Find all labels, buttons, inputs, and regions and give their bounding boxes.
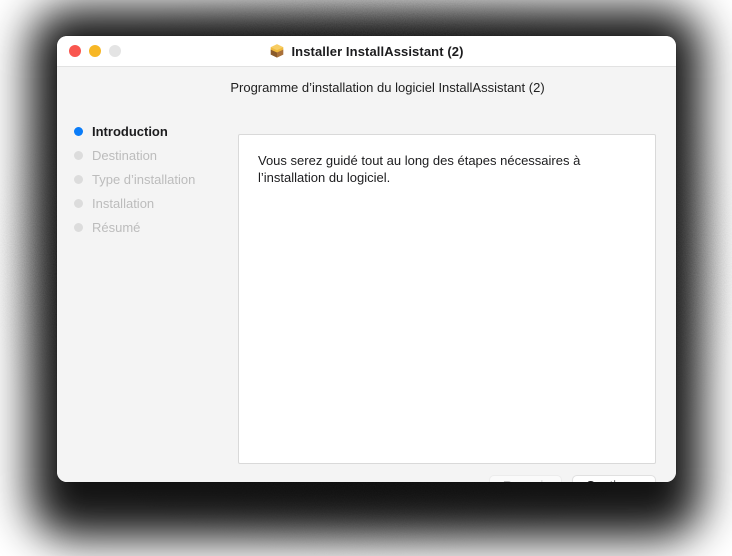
window-title: Installer InstallAssistant (2) — [291, 43, 464, 59]
window-title-group: Installer InstallAssistant (2) — [57, 43, 676, 59]
installer-button-row: Revenir Continuer — [488, 475, 656, 482]
installer-content-panel: Vous serez guidé tout au long des étapes… — [238, 134, 656, 464]
sidebar-item-label: Installation — [92, 195, 155, 211]
traffic-light-group — [57, 45, 121, 57]
sidebar-item-type-installation: Type d’installation — [57, 167, 237, 191]
close-button[interactable] — [69, 45, 81, 57]
zoom-button[interactable] — [109, 45, 121, 57]
sidebar-item-label: Introduction — [92, 123, 168, 139]
installer-subtitle-text: Programme d’installation du logiciel Ins… — [230, 80, 545, 95]
sidebar-item-introduction: Introduction — [57, 119, 237, 143]
sidebar-item-label: Résumé — [92, 219, 141, 235]
window-body: Programme d’installation du logiciel Ins… — [57, 67, 676, 482]
sidebar-item-destination: Destination — [57, 143, 237, 167]
sidebar-item-label: Type d’installation — [92, 171, 196, 187]
step-dot-icon — [74, 222, 83, 232]
step-dot-icon — [74, 174, 83, 184]
installer-subtitle: Programme d’installation du logiciel Ins… — [57, 80, 676, 95]
sidebar-item-resume: Résumé — [57, 215, 237, 239]
step-dot-icon — [74, 126, 83, 136]
minimize-button[interactable] — [89, 45, 101, 57]
window-titlebar[interactable]: Installer InstallAssistant (2) — [57, 36, 676, 67]
package-icon — [271, 44, 284, 58]
step-dot-icon — [74, 198, 83, 208]
continue-button[interactable]: Continuer — [571, 475, 656, 482]
step-dot-icon — [74, 150, 83, 160]
sidebar-item-installation: Installation — [57, 191, 237, 215]
installer-window: Installer InstallAssistant (2) Programme… — [57, 36, 676, 482]
introduction-body-text: Vous serez guidé tout au long des étapes… — [258, 153, 581, 185]
installer-steps-sidebar: Introduction Destination Type d’installa… — [57, 119, 237, 239]
sidebar-item-label: Destination — [92, 147, 158, 163]
back-button[interactable]: Revenir — [488, 475, 562, 482]
desktop-background: Installer InstallAssistant (2) Programme… — [0, 0, 732, 556]
